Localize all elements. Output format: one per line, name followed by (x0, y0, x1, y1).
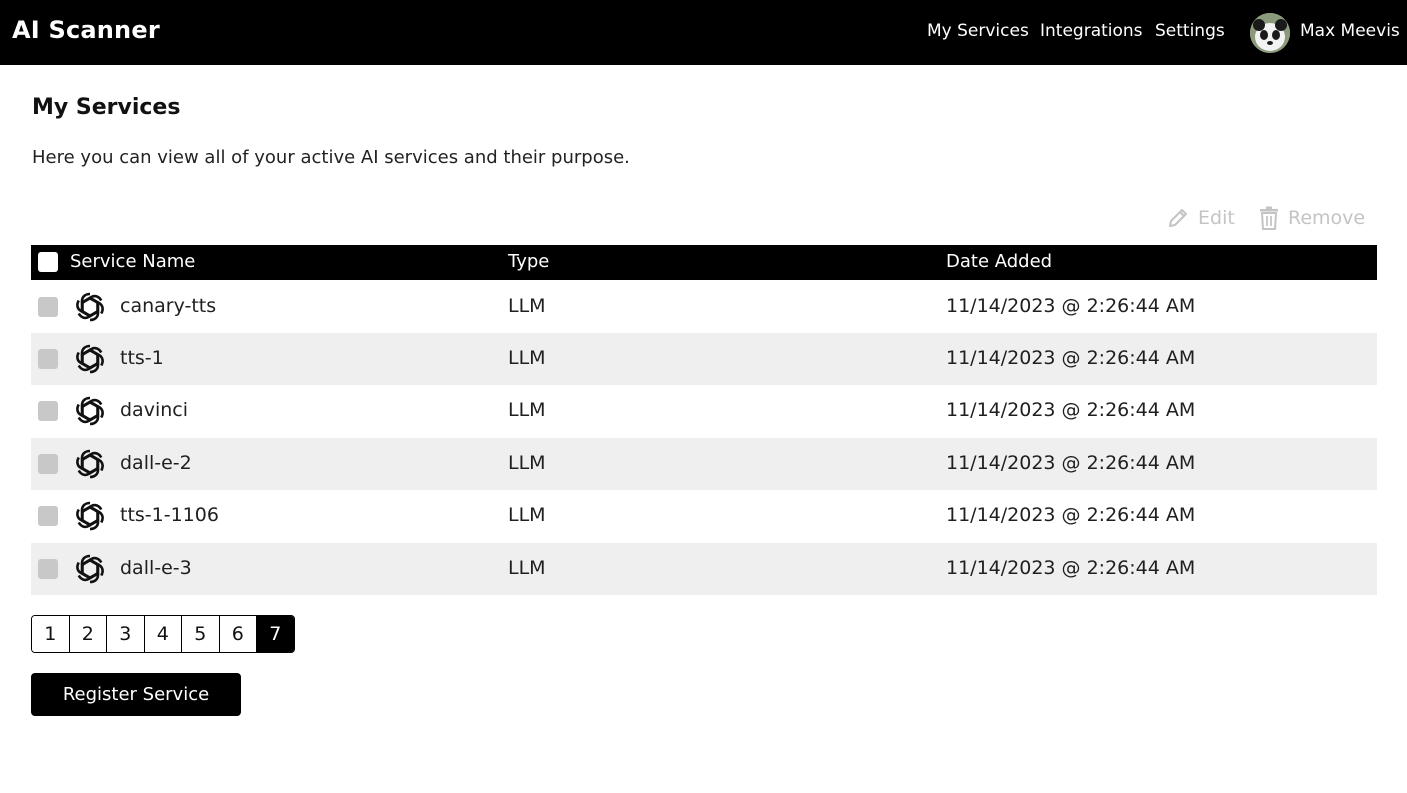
service-type: LLM (508, 347, 546, 369)
page-title: My Services (32, 95, 181, 120)
column-header-type[interactable]: Type (508, 251, 549, 272)
openai-logo-icon (73, 501, 107, 531)
page-button-2[interactable]: 2 (68, 616, 106, 652)
service-name: dall-e-2 (120, 452, 192, 474)
service-date-added: 11/14/2023 @ 2:26:44 AM (946, 452, 1196, 474)
service-name: canary-tts (120, 295, 217, 317)
openai-logo-icon (73, 344, 107, 374)
page-button-5[interactable]: 5 (181, 616, 219, 652)
page-button-7[interactable]: 7 (256, 616, 294, 652)
page-description: Here you can view all of your active AI … (32, 147, 630, 168)
remove-label: Remove (1288, 207, 1366, 229)
page-button-1[interactable]: 1 (32, 616, 69, 652)
nav-link-integrations[interactable]: Integrations (1040, 21, 1143, 41)
service-date-added: 11/14/2023 @ 2:26:44 AM (946, 557, 1196, 579)
app-title[interactable]: AI Scanner (12, 16, 160, 44)
table-row[interactable]: tts-1-1106 LLM 11/14/2023 @ 2:26:44 AM (31, 490, 1377, 542)
service-type: LLM (508, 399, 546, 421)
service-date-added: 11/14/2023 @ 2:26:44 AM (946, 504, 1196, 526)
service-name: tts-1-1106 (120, 504, 219, 526)
service-date-added: 11/14/2023 @ 2:26:44 AM (946, 399, 1196, 421)
service-date-added: 11/14/2023 @ 2:26:44 AM (946, 347, 1196, 369)
service-date-added: 11/14/2023 @ 2:26:44 AM (946, 295, 1196, 317)
nav-link-settings[interactable]: Settings (1155, 21, 1225, 41)
service-name: tts-1 (120, 347, 164, 369)
openai-logo-icon (73, 449, 107, 479)
column-header-service-name[interactable]: Service Name (70, 251, 195, 272)
service-name: davinci (120, 399, 188, 421)
service-type: LLM (508, 295, 546, 317)
column-header-date-added[interactable]: Date Added (946, 251, 1052, 272)
row-checkbox[interactable] (38, 349, 58, 369)
user-avatar[interactable] (1250, 13, 1290, 53)
page-button-6[interactable]: 6 (218, 616, 256, 652)
nav-link-my-services[interactable]: My Services (927, 21, 1029, 41)
service-type: LLM (508, 504, 546, 526)
table-row[interactable]: davinci LLM 11/14/2023 @ 2:26:44 AM (31, 385, 1377, 437)
table-header: Service Name Type Date Added (31, 245, 1377, 280)
row-checkbox[interactable] (38, 454, 58, 474)
table-row[interactable]: tts-1 LLM 11/14/2023 @ 2:26:44 AM (31, 333, 1377, 385)
select-all-checkbox[interactable] (38, 252, 58, 272)
openai-logo-icon (73, 396, 107, 426)
edit-button[interactable]: Edit (1166, 204, 1235, 232)
table-row[interactable]: canary-tts LLM 11/14/2023 @ 2:26:44 AM (31, 281, 1377, 333)
page-button-4[interactable]: 4 (143, 616, 181, 652)
openai-logo-icon (73, 292, 107, 322)
top-navbar: AI Scanner My Services Integrations Sett… (0, 0, 1407, 65)
table-row[interactable]: dall-e-3 LLM 11/14/2023 @ 2:26:44 AM (31, 543, 1377, 595)
page-button-3[interactable]: 3 (106, 616, 144, 652)
pagination: 1 2 3 4 5 6 7 (31, 615, 295, 653)
service-name: dall-e-3 (120, 557, 192, 579)
row-checkbox[interactable] (38, 506, 58, 526)
user-name[interactable]: Max Meevis (1300, 21, 1400, 41)
pencil-icon (1169, 209, 1187, 227)
panda-avatar-icon (1250, 13, 1290, 53)
service-type: LLM (508, 452, 546, 474)
table-row[interactable]: dall-e-2 LLM 11/14/2023 @ 2:26:44 AM (31, 438, 1377, 490)
remove-button[interactable]: Remove (1258, 204, 1365, 232)
row-checkbox[interactable] (38, 401, 58, 421)
openai-logo-icon (73, 554, 107, 584)
register-service-button[interactable]: Register Service (31, 673, 241, 716)
row-checkbox[interactable] (38, 559, 58, 579)
row-checkbox[interactable] (38, 297, 58, 317)
service-type: LLM (508, 557, 546, 579)
trash-icon (1260, 206, 1278, 230)
edit-label: Edit (1198, 207, 1235, 229)
